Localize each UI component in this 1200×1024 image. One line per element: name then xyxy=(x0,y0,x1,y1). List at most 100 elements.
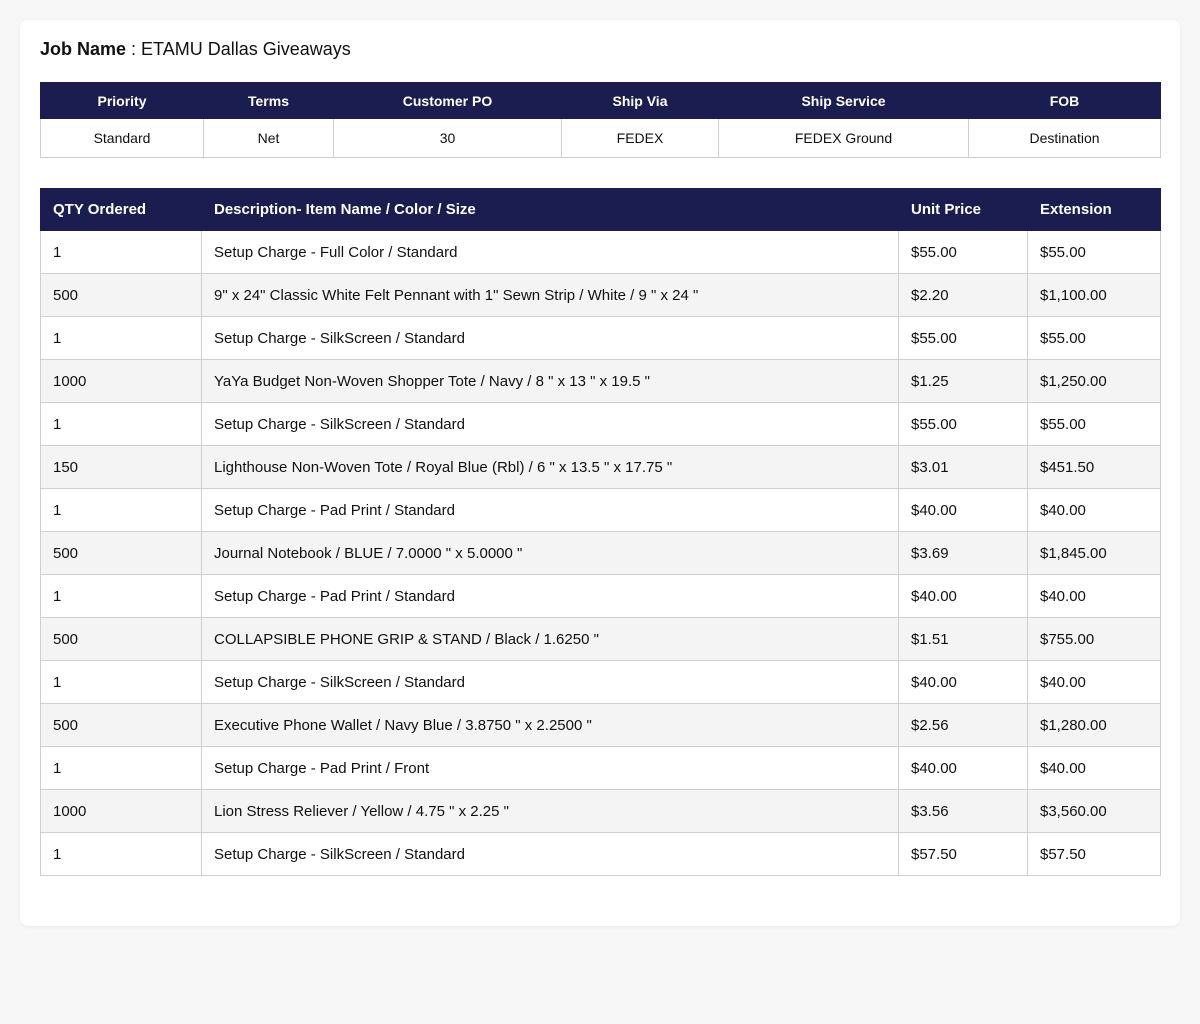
cell-qty: 1 xyxy=(40,402,202,446)
table-row: 1000 Lion Stress Reliever / Yellow / 4.7… xyxy=(40,789,1161,833)
header-extension: Extension xyxy=(1027,188,1161,231)
header-unit-price: Unit Price xyxy=(898,188,1028,231)
table-row: 1 Setup Charge - SilkScreen / Standard $… xyxy=(40,660,1161,704)
cell-qty: 500 xyxy=(40,617,202,661)
value-fob: Destination xyxy=(968,118,1161,158)
cell-unit-price: $55.00 xyxy=(898,402,1028,446)
job-name-label: Job Name xyxy=(40,39,127,59)
table-row: 150 Lighthouse Non-Woven Tote / Royal Bl… xyxy=(40,445,1161,489)
value-ship-service: FEDEX Ground xyxy=(718,118,969,158)
cell-unit-price: $55.00 xyxy=(898,316,1028,360)
cell-extension: $40.00 xyxy=(1027,660,1161,704)
cell-extension: $40.00 xyxy=(1027,574,1161,618)
cell-qty: 1000 xyxy=(40,789,202,833)
cell-qty: 150 xyxy=(40,445,202,489)
cell-qty: 1 xyxy=(40,660,202,704)
cell-qty: 1 xyxy=(40,574,202,618)
cell-unit-price: $57.50 xyxy=(898,832,1028,876)
cell-qty: 500 xyxy=(40,703,202,747)
shipping-info-row: Standard Net 30 FEDEX FEDEX Ground Desti… xyxy=(40,118,1161,158)
cell-unit-price: $55.00 xyxy=(898,230,1028,274)
cell-extension: $1,250.00 xyxy=(1027,359,1161,403)
cell-extension: $1,845.00 xyxy=(1027,531,1161,575)
cell-extension: $40.00 xyxy=(1027,488,1161,532)
cell-description: YaYa Budget Non-Woven Shopper Tote / Nav… xyxy=(201,359,899,403)
cell-extension: $3,560.00 xyxy=(1027,789,1161,833)
line-items-table: QTY Ordered Description- Item Name / Col… xyxy=(40,188,1161,876)
cell-unit-price: $40.00 xyxy=(898,574,1028,618)
cell-description: Setup Charge - SilkScreen / Standard xyxy=(201,402,899,446)
cell-unit-price: $2.56 xyxy=(898,703,1028,747)
header-fob: FOB xyxy=(968,82,1161,119)
table-row: 500 COLLAPSIBLE PHONE GRIP & STAND / Bla… xyxy=(40,617,1161,661)
cell-unit-price: $1.51 xyxy=(898,617,1028,661)
order-card: Job Name : ETAMU Dallas Giveaways Priori… xyxy=(20,20,1180,926)
cell-unit-price: $40.00 xyxy=(898,660,1028,704)
table-row: 1 Setup Charge - SilkScreen / Standard $… xyxy=(40,402,1161,446)
cell-description: Setup Charge - Pad Print / Standard xyxy=(201,488,899,532)
table-row: 1000 YaYa Budget Non-Woven Shopper Tote … xyxy=(40,359,1161,403)
cell-unit-price: $3.56 xyxy=(898,789,1028,833)
cell-qty: 1 xyxy=(40,832,202,876)
cell-description: Setup Charge - SilkScreen / Standard xyxy=(201,832,899,876)
table-row: 1 Setup Charge - Full Color / Standard $… xyxy=(40,230,1161,274)
cell-description: Journal Notebook / BLUE / 7.0000 " x 5.0… xyxy=(201,531,899,575)
cell-unit-price: $40.00 xyxy=(898,488,1028,532)
cell-extension: $1,280.00 xyxy=(1027,703,1161,747)
cell-description: COLLAPSIBLE PHONE GRIP & STAND / Black /… xyxy=(201,617,899,661)
value-priority: Standard xyxy=(40,118,204,158)
cell-extension: $55.00 xyxy=(1027,230,1161,274)
job-name-separator: : xyxy=(126,39,142,59)
cell-description: Setup Charge - Pad Print / Standard xyxy=(201,574,899,618)
cell-unit-price: $2.20 xyxy=(898,273,1028,317)
header-qty-ordered: QTY Ordered xyxy=(40,188,202,231)
cell-description: Lighthouse Non-Woven Tote / Royal Blue (… xyxy=(201,445,899,489)
header-ship-service: Ship Service xyxy=(718,82,969,119)
table-row: 1 Setup Charge - Pad Print / Front $40.0… xyxy=(40,746,1161,790)
cell-description: Setup Charge - Pad Print / Front xyxy=(201,746,899,790)
cell-qty: 1000 xyxy=(40,359,202,403)
job-name: Job Name : ETAMU Dallas Giveaways xyxy=(40,38,351,60)
shipping-info-header-row: Priority Terms Customer PO Ship Via Ship… xyxy=(40,82,1161,119)
line-items-header-row: QTY Ordered Description- Item Name / Col… xyxy=(40,188,1161,231)
cell-extension: $55.00 xyxy=(1027,402,1161,446)
cell-extension: $451.50 xyxy=(1027,445,1161,489)
table-row: 1 Setup Charge - SilkScreen / Standard $… xyxy=(40,832,1161,876)
header-customer-po: Customer PO xyxy=(333,82,562,119)
cell-qty: 1 xyxy=(40,746,202,790)
cell-qty: 1 xyxy=(40,488,202,532)
header-ship-via: Ship Via xyxy=(561,82,719,119)
shipping-info-table: Priority Terms Customer PO Ship Via Ship… xyxy=(40,82,1161,158)
cell-unit-price: $3.69 xyxy=(898,531,1028,575)
cell-unit-price: $1.25 xyxy=(898,359,1028,403)
header-description: Description- Item Name / Color / Size xyxy=(201,188,899,231)
table-row: 500 Executive Phone Wallet / Navy Blue /… xyxy=(40,703,1161,747)
cell-extension: $55.00 xyxy=(1027,316,1161,360)
header-priority: Priority xyxy=(40,82,204,119)
cell-description: Setup Charge - SilkScreen / Standard xyxy=(201,660,899,704)
cell-qty: 1 xyxy=(40,316,202,360)
cell-unit-price: $40.00 xyxy=(898,746,1028,790)
table-row: 1 Setup Charge - Pad Print / Standard $4… xyxy=(40,574,1161,618)
cell-unit-price: $3.01 xyxy=(898,445,1028,489)
cell-extension: $40.00 xyxy=(1027,746,1161,790)
cell-qty: 1 xyxy=(40,230,202,274)
cell-extension: $755.00 xyxy=(1027,617,1161,661)
cell-description: Executive Phone Wallet / Navy Blue / 3.8… xyxy=(201,703,899,747)
table-row: 1 Setup Charge - SilkScreen / Standard $… xyxy=(40,316,1161,360)
cell-description: Setup Charge - Full Color / Standard xyxy=(201,230,899,274)
cell-description: Setup Charge - SilkScreen / Standard xyxy=(201,316,899,360)
cell-qty: 500 xyxy=(40,273,202,317)
header-terms: Terms xyxy=(203,82,334,119)
cell-extension: $57.50 xyxy=(1027,832,1161,876)
table-row: 1 Setup Charge - Pad Print / Standard $4… xyxy=(40,488,1161,532)
job-name-value: ETAMU Dallas Giveaways xyxy=(141,39,351,59)
value-terms: Net xyxy=(203,118,334,158)
value-customer-po: 30 xyxy=(333,118,562,158)
cell-description: 9" x 24" Classic White Felt Pennant with… xyxy=(201,273,899,317)
value-ship-via: FEDEX xyxy=(561,118,719,158)
table-row: 500 Journal Notebook / BLUE / 7.0000 " x… xyxy=(40,531,1161,575)
cell-qty: 500 xyxy=(40,531,202,575)
cell-extension: $1,100.00 xyxy=(1027,273,1161,317)
table-row: 500 9" x 24" Classic White Felt Pennant … xyxy=(40,273,1161,317)
